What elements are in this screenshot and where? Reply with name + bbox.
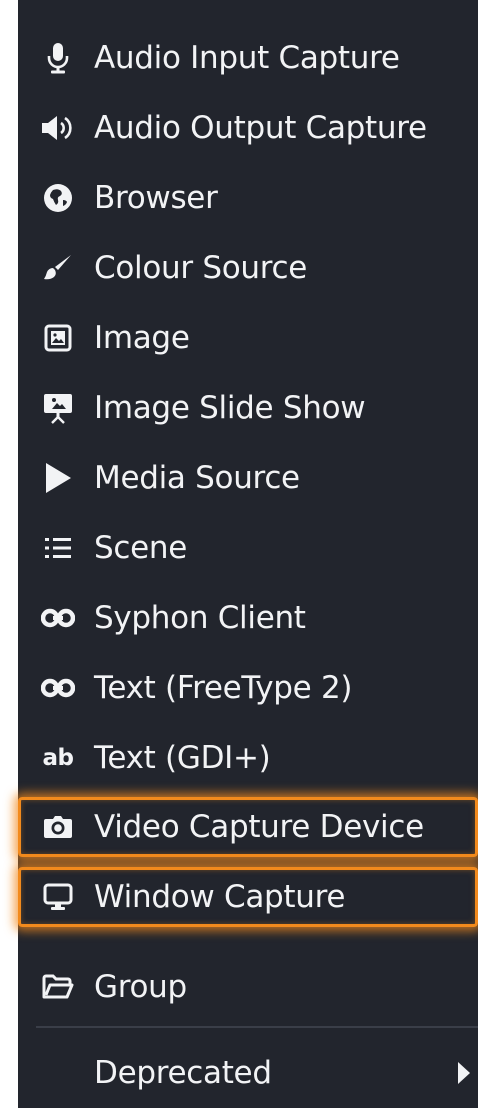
monitor-icon — [36, 862, 80, 932]
text-ab-icon: ab — [36, 723, 80, 793]
menu-item-label: Text (GDI+) — [94, 740, 271, 776]
menu-item-image[interactable]: Image — [18, 303, 478, 373]
menu-item-label: Scene — [94, 530, 188, 566]
menu-item-text-freetype[interactable]: Text (FreeType 2) — [18, 653, 478, 723]
menu-item-label: Syphon Client — [94, 600, 306, 636]
menu-item-media-source[interactable]: Media Source — [18, 443, 478, 513]
menu-item-image-slide-show[interactable]: Image Slide Show — [18, 373, 478, 443]
menu-item-label: Audio Output Capture — [94, 110, 427, 146]
menu-item-group[interactable]: Group — [18, 952, 478, 1022]
text-ab-icon-glyph: ab — [42, 745, 74, 771]
image-icon — [36, 303, 80, 373]
menu-item-colour-source[interactable]: Colour Source — [18, 233, 478, 303]
menu-item-scene[interactable]: Scene — [18, 513, 478, 583]
add-source-menu: Audio Input Capture Audio Output Capture… — [18, 0, 478, 1108]
menu-item-text-gdi[interactable]: ab Text (GDI+) — [18, 723, 478, 793]
microphone-icon — [36, 23, 80, 93]
link-icon — [36, 583, 80, 653]
paintbrush-icon — [36, 233, 80, 303]
menu-item-label: Image Slide Show — [94, 390, 366, 426]
link-icon — [36, 653, 80, 723]
menu-item-label: Text (FreeType 2) — [94, 670, 353, 706]
menu-item-audio-input-capture[interactable]: Audio Input Capture — [18, 23, 478, 93]
menu-item-video-capture-device[interactable]: Video Capture Device — [18, 792, 478, 862]
menu-item-window-capture[interactable]: Window Capture — [18, 862, 478, 932]
menu-item-audio-output-capture[interactable]: Audio Output Capture — [18, 93, 478, 163]
list-icon — [36, 513, 80, 583]
folder-icon — [36, 952, 80, 1022]
menu-item-label: Media Source — [94, 460, 300, 496]
menu-item-label: Colour Source — [94, 250, 308, 286]
menu-item-label: Group — [94, 969, 187, 1005]
menu-item-browser[interactable]: Browser — [18, 163, 478, 233]
menu-item-label: Window Capture — [94, 879, 346, 915]
speaker-icon — [36, 93, 80, 163]
globe-icon — [36, 163, 80, 233]
menu-item-label: Video Capture Device — [94, 809, 424, 845]
menu-item-label: Audio Input Capture — [94, 40, 400, 76]
menu-item-label: Image — [94, 320, 190, 356]
camera-icon — [36, 792, 80, 862]
menu-item-label: Deprecated — [94, 1055, 272, 1091]
slideshow-icon — [36, 373, 80, 443]
menu-item-deprecated[interactable]: Deprecated — [18, 1038, 478, 1108]
play-icon — [36, 443, 80, 513]
submenu-arrow-icon — [458, 1062, 470, 1084]
menu-item-label: Browser — [94, 180, 218, 216]
menu-separator — [36, 1026, 478, 1028]
menu-item-syphon-client[interactable]: Syphon Client — [18, 583, 478, 653]
